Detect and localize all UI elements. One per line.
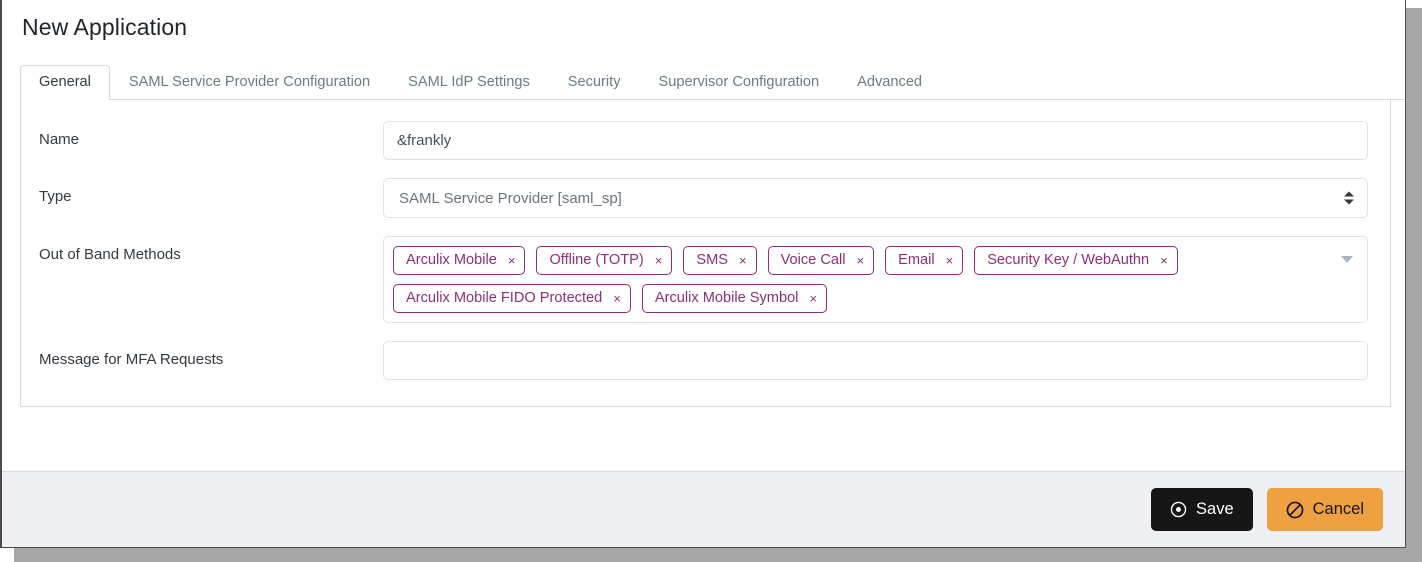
name-control	[383, 121, 1368, 160]
save-button[interactable]: Save	[1151, 488, 1253, 531]
tag-remove-icon[interactable]: ×	[613, 292, 621, 305]
tag-label: Arculix Mobile	[406, 252, 497, 269]
tab-saml-idp-settings[interactable]: SAML IdP Settings	[389, 65, 549, 100]
chevron-down-icon[interactable]	[1341, 256, 1353, 263]
out-of-band-method-tag[interactable]: Voice Call ×	[767, 246, 875, 275]
tag-label: Security Key / WebAuthn	[987, 252, 1150, 269]
out-of-band-methods-label: Out of Band Methods	[39, 246, 181, 263]
tag-remove-icon[interactable]: ×	[655, 254, 663, 267]
form-row-out-of-band-methods: Out of Band Methods Arculix Mobile × Offli…	[21, 236, 1390, 323]
tab-general[interactable]: General	[20, 65, 110, 100]
out-of-band-methods-multiselect[interactable]: Arculix Mobile × Offline (TOTP) × SMS × Voice …	[383, 236, 1368, 323]
tab-saml-service-provider-configuration[interactable]: SAML Service Provider Configuration	[110, 65, 389, 100]
tag-remove-icon[interactable]: ×	[739, 254, 747, 267]
tab-advanced[interactable]: Advanced	[838, 65, 941, 100]
mfa-message-input[interactable]	[383, 341, 1368, 380]
tag-label: Email	[898, 252, 935, 269]
type-select[interactable]: SAML Service Provider [saml_sp]	[383, 178, 1368, 218]
dialog-body: New Application General SAML Service Pro…	[2, 0, 1405, 471]
window-shadow-bottom	[14, 548, 1406, 562]
dot-circle-icon	[1170, 501, 1187, 518]
type-label: Type	[39, 188, 72, 205]
form-row-type: Type SAML Service Provider [saml_sp]	[21, 178, 1390, 218]
out-of-band-method-tag[interactable]: SMS ×	[683, 246, 757, 275]
tag-label: Arculix Mobile FIDO Protected	[406, 290, 603, 307]
tab-supervisor-configuration[interactable]: Supervisor Configuration	[640, 65, 839, 100]
mfa-message-label: Message for MFA Requests	[39, 351, 224, 368]
tab-bar: General SAML Service Provider Configurat…	[20, 62, 1405, 100]
out-of-band-methods-control: Arculix Mobile × Offline (TOTP) × SMS × Voice …	[383, 236, 1368, 323]
out-of-band-method-tag[interactable]: Arculix Mobile ×	[393, 246, 526, 275]
tag-remove-icon[interactable]: ×	[1160, 254, 1168, 267]
name-label: Name	[39, 131, 80, 148]
form-row-mfa-message: Message for MFA Requests	[21, 341, 1390, 380]
form-row-name: Name	[21, 121, 1390, 160]
general-tab-panel: Name Type SAML Service Provider [saml_sp…	[20, 99, 1391, 407]
tab-security[interactable]: Security	[549, 65, 640, 100]
out-of-band-method-tag[interactable]: Arculix Mobile FIDO Protected ×	[393, 284, 631, 313]
window-shadow-right	[1406, 8, 1422, 562]
cancel-button-label: Cancel	[1312, 500, 1364, 519]
new-application-dialog: New Application General SAML Service Pro…	[0, 0, 1406, 548]
out-of-band-method-tag[interactable]: Security Key / WebAuthn ×	[974, 246, 1178, 275]
out-of-band-method-tag[interactable]: Email ×	[885, 246, 964, 275]
dialog-footer: Save Cancel	[2, 471, 1405, 547]
type-control: SAML Service Provider [saml_sp]	[383, 178, 1368, 218]
tag-remove-icon[interactable]: ×	[946, 254, 954, 267]
out-of-band-method-tag[interactable]: Offline (TOTP) ×	[536, 246, 673, 275]
tag-remove-icon[interactable]: ×	[809, 292, 817, 305]
out-of-band-method-tag[interactable]: Arculix Mobile Symbol ×	[641, 284, 828, 313]
tag-remove-icon[interactable]: ×	[857, 254, 865, 267]
page-title: New Application	[22, 14, 188, 40]
tag-remove-icon[interactable]: ×	[508, 254, 516, 267]
cancel-button[interactable]: Cancel	[1266, 488, 1383, 531]
tag-label: Offline (TOTP)	[549, 252, 644, 269]
tag-label: SMS	[696, 252, 728, 269]
ban-icon	[1286, 501, 1304, 519]
save-button-label: Save	[1196, 500, 1234, 519]
name-input[interactable]	[383, 121, 1368, 160]
mfa-message-control	[383, 341, 1368, 380]
tag-label: Voice Call	[780, 252, 846, 269]
tag-label: Arculix Mobile Symbol	[654, 290, 799, 307]
